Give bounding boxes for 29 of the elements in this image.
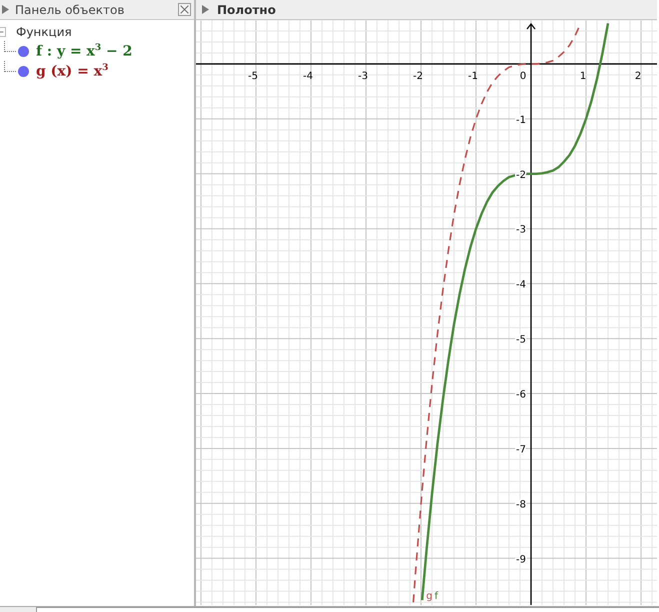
triangle-icon[interactable]	[2, 5, 9, 14]
solid-curve[interactable]	[420, 23, 610, 600]
axis-label: -5	[248, 70, 258, 82]
triangle-icon[interactable]	[202, 5, 209, 14]
axis-label: -6	[516, 390, 526, 401]
axis-label: -8	[516, 499, 526, 510]
axis-label: -3	[358, 70, 368, 82]
axis-label: -3	[516, 224, 526, 236]
axis-label: 1	[580, 70, 586, 82]
axis-label: 2	[634, 70, 642, 82]
panel-title: Панель объектов	[15, 2, 126, 16]
curve-label: g	[426, 591, 432, 602]
axis-label: -1	[516, 114, 526, 126]
axis-label: -1	[468, 70, 478, 82]
visibility-dot[interactable]	[18, 46, 29, 56]
visibility-dot[interactable]	[18, 66, 29, 76]
object-label[interactable]: f : y = x$^{3}$ − 2	[36, 42, 132, 60]
object-label[interactable]: g (x) = x$^{3}$	[36, 62, 108, 80]
axis-label: 0	[520, 70, 526, 82]
axis-label: -9	[516, 554, 526, 566]
panel-title: Полотно	[217, 2, 276, 16]
axis-label: -5	[516, 334, 526, 346]
category-label[interactable]: Функция	[16, 25, 72, 39]
axis-label: -4	[516, 280, 526, 291]
axis-label: -2	[413, 70, 423, 82]
axis-label: -7	[516, 444, 526, 456]
axis-label: -4	[302, 70, 313, 82]
curve-label: f	[434, 591, 438, 602]
close-icon[interactable]	[178, 3, 191, 16]
